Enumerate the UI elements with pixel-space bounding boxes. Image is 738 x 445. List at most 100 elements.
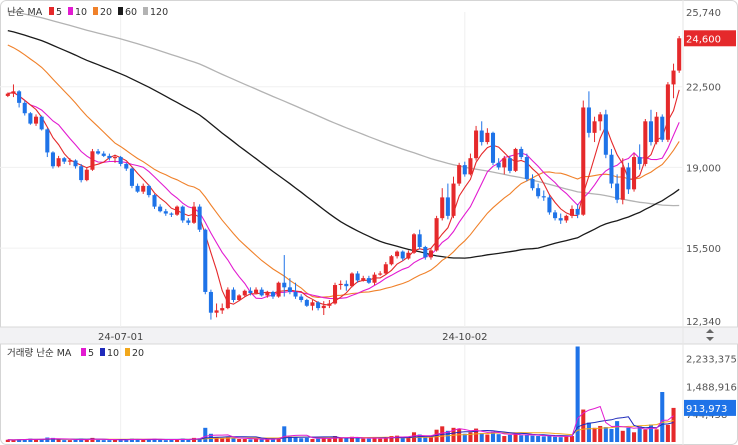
candle-body <box>96 151 101 154</box>
candle-body <box>366 278 371 283</box>
candle-body <box>513 148 518 171</box>
candle-body <box>603 114 608 155</box>
candle-body <box>569 208 575 216</box>
chart-frame <box>0 0 738 445</box>
volume-bar <box>248 439 253 442</box>
candle-body <box>440 197 445 219</box>
date-tick-label: 24-07-01 <box>98 332 143 343</box>
volume-bar <box>632 432 637 442</box>
price-legend-swatch-10 <box>68 7 73 15</box>
candle-body <box>648 121 654 143</box>
volume-bar <box>507 434 512 442</box>
price-legend-period-10: 10 <box>75 7 87 18</box>
volume-bar <box>310 439 315 442</box>
candle-body <box>203 229 208 292</box>
candle-body <box>152 195 157 207</box>
current-volume-label: 913,973 <box>686 404 727 415</box>
candle-body <box>33 116 39 124</box>
candle-body <box>276 282 281 297</box>
candle-body <box>338 283 343 286</box>
volume-bar <box>163 440 168 442</box>
candle-body <box>411 234 417 253</box>
volume-bar <box>378 438 383 442</box>
price-tick-label: 22,500 <box>686 83 721 94</box>
candle-body <box>17 91 22 103</box>
candle-body <box>536 188 541 197</box>
candle-body <box>254 289 259 294</box>
candle-body <box>553 212 558 219</box>
candle-body <box>107 155 112 159</box>
price-legend-swatch-5 <box>49 7 54 15</box>
volume-legend-period-5: 5 <box>88 348 94 359</box>
candle-body <box>333 285 338 304</box>
candle-body <box>620 167 625 200</box>
candle-body <box>479 130 484 143</box>
volume-legend-label: 거래량 난순 MA <box>7 347 72 359</box>
candle-body <box>310 302 315 306</box>
candle-body <box>496 162 501 168</box>
candle-body <box>581 107 586 215</box>
volume-bar <box>355 438 360 442</box>
price-legend-period-60: 60 <box>125 7 137 18</box>
volume-bar <box>541 436 546 442</box>
candle-body <box>547 197 552 213</box>
candle-body <box>677 38 682 71</box>
candle-body <box>112 157 118 159</box>
volume-bar <box>530 435 535 442</box>
candle-body <box>457 165 462 184</box>
volume-bar <box>270 439 276 442</box>
candle-body <box>660 116 665 140</box>
volume-bar <box>107 440 112 442</box>
candle-body <box>293 291 298 297</box>
volume-bar <box>203 427 208 442</box>
volume-bar <box>564 436 569 442</box>
candle-body <box>541 196 546 198</box>
volume-bar <box>242 439 247 442</box>
volume-bar <box>586 422 591 442</box>
volume-bar <box>316 438 321 442</box>
volume-bar <box>254 439 259 442</box>
candle-body <box>474 130 479 159</box>
candle-body <box>316 302 321 309</box>
candle-body <box>665 84 670 140</box>
candle-body <box>428 250 433 258</box>
candle-body <box>270 291 276 297</box>
volume-legend-period-10: 10 <box>107 348 119 359</box>
price-legend-swatch-120 <box>143 7 148 15</box>
candle-body <box>637 157 642 164</box>
volume-bar <box>592 427 597 442</box>
volume-bar <box>615 421 620 442</box>
current-price-label: 24,600 <box>686 34 721 45</box>
volume-bar <box>56 439 61 442</box>
candle-body <box>287 287 292 292</box>
candle-body <box>406 252 411 259</box>
volume-bar <box>220 438 225 442</box>
volume-bar <box>361 438 366 442</box>
volume-bar <box>45 437 50 442</box>
volume-bar <box>665 424 670 442</box>
candle-body <box>163 211 168 214</box>
volume-tick-label: 2,233,375 <box>686 355 737 366</box>
candle-body <box>468 158 473 175</box>
volume-bar <box>141 439 146 442</box>
candle-body <box>79 166 84 181</box>
candle-body <box>180 206 185 221</box>
candle-body <box>654 116 659 143</box>
volume-bar <box>620 430 625 442</box>
candle-body <box>445 197 450 216</box>
candle-body <box>90 151 95 170</box>
candle-body <box>124 163 129 169</box>
candle-body <box>129 168 134 186</box>
candle-body <box>118 157 123 164</box>
candle-body <box>349 273 354 287</box>
volume-bar <box>293 437 298 442</box>
candle-body <box>507 158 512 171</box>
volume-bar <box>62 440 67 442</box>
candle-body <box>485 132 490 143</box>
volume-bar <box>626 427 631 442</box>
volume-bar <box>73 439 78 442</box>
candle-body <box>158 206 163 212</box>
volume-bar <box>671 407 676 442</box>
candle-body <box>575 208 580 215</box>
volume-bar <box>468 432 473 442</box>
